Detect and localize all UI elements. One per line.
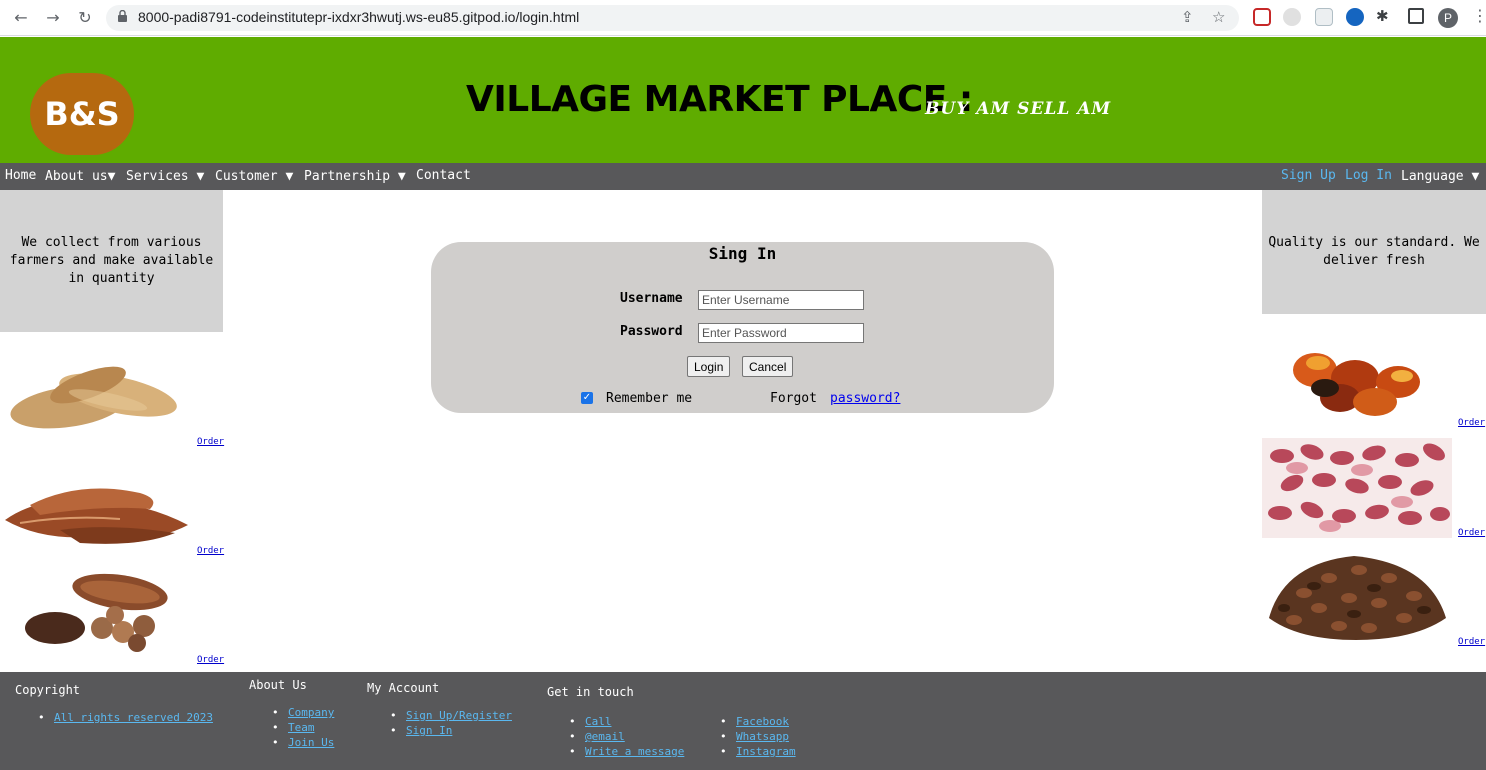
coffee-beans-image — [1269, 556, 1446, 640]
dried-yams-image — [5, 488, 188, 544]
footer-link[interactable]: Company — [272, 705, 334, 720]
nav-login-link[interactable]: Log In — [1345, 168, 1392, 183]
order-link[interactable]: Order — [1458, 637, 1485, 647]
login-button[interactable]: Login — [687, 356, 731, 377]
share-icon[interactable]: ⇪ — [1181, 8, 1194, 26]
nav-services[interactable]: Services ▼ — [126, 169, 204, 184]
footer-about-list: Company Team Join Us — [272, 705, 334, 750]
kebab-menu-icon[interactable]: ⋮ — [1472, 6, 1486, 25]
nav-language[interactable]: Language ▼ — [1401, 169, 1479, 184]
site-footer: Copyright All rights reserved 2023 About… — [0, 672, 1486, 770]
footer-social-list: Facebook Whatsapp Instagram — [720, 714, 796, 759]
order-link[interactable]: Order — [1458, 418, 1485, 428]
sweet-potatoes-image — [10, 366, 177, 429]
footer-link[interactable]: @email — [569, 729, 684, 744]
footer-link[interactable]: Sign In — [390, 723, 512, 738]
footer-link[interactable]: Write a message — [569, 744, 684, 759]
right-info-text: Quality is our standard. We deliver fres… — [1268, 235, 1480, 268]
right-info-box: Quality is our standard. We deliver fres… — [1262, 190, 1486, 314]
forward-arrow-icon[interactable]: → — [42, 7, 64, 29]
profile-avatar[interactable]: P — [1438, 8, 1458, 28]
footer-link[interactable]: Call — [569, 714, 684, 729]
password-label: Password — [620, 324, 683, 339]
order-link[interactable]: Order — [197, 546, 224, 556]
site-title: VILLAGE MARKET PLACE : — [466, 79, 973, 120]
forgot-text: Forgot — [770, 391, 817, 406]
cancel-button[interactable]: Cancel — [742, 356, 794, 377]
side-panel-icon[interactable] — [1408, 8, 1424, 24]
order-link[interactable]: Order — [197, 655, 224, 665]
extension-shield-icon[interactable] — [1315, 8, 1333, 26]
order-link[interactable]: Order — [197, 437, 224, 447]
left-info-box: We collect from various farmers and make… — [0, 190, 223, 332]
red-kidney-beans-image — [1262, 438, 1452, 538]
back-arrow-icon[interactable]: ← — [10, 7, 32, 29]
extension-globe-icon[interactable] — [1346, 8, 1364, 26]
footer-link[interactable]: Instagram — [720, 744, 796, 759]
site-tagline: BUY AM SELL AM — [925, 99, 1112, 119]
footer-link[interactable]: All rights reserved 2023 — [38, 710, 213, 725]
login-form: Sing In Username Password Login Cancel ✓… — [431, 242, 1054, 413]
remember-me-label: Remember me — [606, 391, 693, 406]
nav-home[interactable]: Home — [5, 168, 36, 183]
puzzle-extensions-icon[interactable]: ✱ — [1376, 7, 1389, 25]
reload-icon[interactable]: ↻ — [74, 7, 96, 29]
password-input[interactable] — [698, 323, 864, 343]
nav-customer[interactable]: Customer ▼ — [215, 169, 293, 184]
footer-about-heading: About Us — [249, 678, 307, 692]
palm-fruits-image — [1293, 353, 1420, 416]
nav-contact[interactable]: Contact — [416, 168, 471, 183]
footer-link[interactable]: Whatsapp — [720, 729, 796, 744]
forgot-password-link[interactable]: password? — [830, 391, 900, 406]
site-logo[interactable]: B&S — [30, 73, 134, 155]
extension-icon[interactable] — [1283, 8, 1301, 26]
footer-account-heading: My Account — [367, 681, 440, 695]
nav-about[interactable]: About us▼ — [45, 169, 115, 184]
lock-icon — [118, 10, 127, 22]
address-bar[interactable]: 8000-padi8791-codeinstitutepr-ixdxr3hwut… — [106, 5, 1239, 31]
url-text[interactable]: 8000-padi8791-codeinstitutepr-ixdxr3hwut… — [138, 9, 579, 25]
order-link[interactable]: Order — [1458, 528, 1485, 538]
footer-contact-heading: Get in touch — [547, 685, 634, 699]
nav-partnership[interactable]: Partnership ▼ — [304, 169, 406, 184]
nav-signup-link[interactable]: Sign Up — [1281, 168, 1336, 183]
footer-account-list: Sign Up/Register Sign In — [390, 708, 512, 738]
footer-contact-list: Call @email Write a message — [569, 714, 684, 759]
username-input[interactable] — [698, 290, 864, 310]
main-nav: Home About us▼ Services ▼ Customer ▼ Par… — [0, 163, 1486, 190]
footer-link[interactable]: Sign Up/Register — [390, 708, 512, 723]
login-title: Sing In — [708, 244, 777, 263]
remember-me-checkbox[interactable]: ✓ — [581, 392, 593, 404]
cocoa-pods-image — [25, 573, 168, 652]
footer-link[interactable]: Team — [272, 720, 334, 735]
extension-pdf-icon[interactable] — [1253, 8, 1271, 26]
footer-link[interactable]: Join Us — [272, 735, 334, 750]
site-header: B&S VILLAGE MARKET PLACE : BUY AM SELL A… — [0, 37, 1486, 163]
bookmark-star-icon[interactable]: ☆ — [1212, 8, 1225, 26]
left-info-text: We collect from various farmers and make… — [9, 235, 214, 286]
footer-copyright-heading: Copyright — [15, 683, 81, 697]
username-label: Username — [620, 291, 683, 306]
browser-toolbar: ← → ↻ 8000-padi8791-codeinstitutepr-ixdx… — [0, 0, 1486, 36]
footer-copyright-list: All rights reserved 2023 — [38, 710, 213, 725]
footer-link[interactable]: Facebook — [720, 714, 796, 729]
